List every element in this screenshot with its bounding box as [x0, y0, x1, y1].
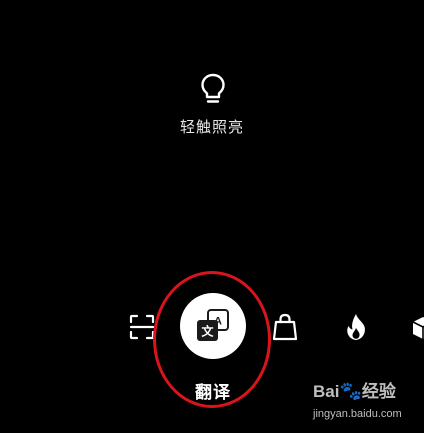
watermark-url: jingyan.baidu.com — [313, 408, 402, 420]
watermark-brand: Bai🐾经验 — [313, 377, 396, 402]
scan-icon[interactable] — [129, 314, 155, 340]
cube-icon[interactable] — [412, 316, 424, 340]
shopping-bag-icon[interactable] — [272, 313, 298, 341]
watermark-brand-prefix: Bai — [313, 382, 340, 401]
torch-hint-label[interactable]: 轻触照亮 — [0, 116, 424, 137]
annotation-highlight-ellipse — [153, 271, 271, 408]
flame-icon[interactable] — [345, 313, 367, 341]
paw-icon: 🐾 — [339, 381, 362, 401]
watermark: Bai🐾经验 jingyan.baidu.com — [313, 377, 421, 427]
lightbulb-icon[interactable] — [200, 73, 226, 105]
watermark-brand-suffix: 经验 — [361, 382, 396, 401]
